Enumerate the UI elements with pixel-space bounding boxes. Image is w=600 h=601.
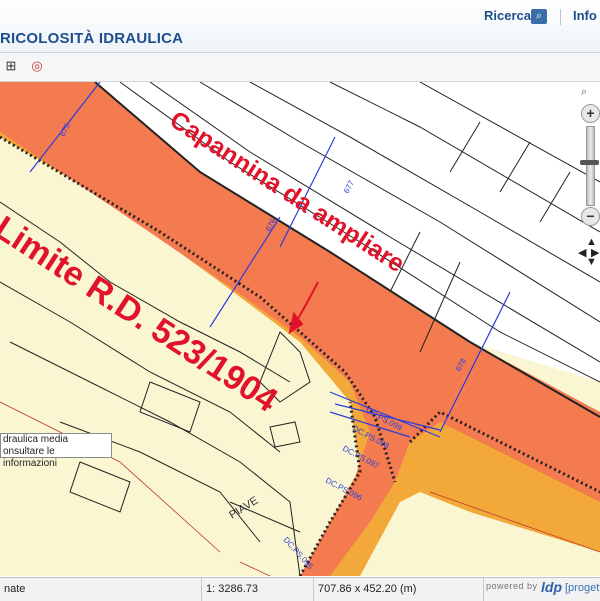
map-toolbar: ⊞ ◎ bbox=[0, 53, 600, 82]
info-link[interactable]: Info bbox=[573, 8, 597, 23]
brand-logo[interactable]: ldp bbox=[541, 579, 562, 595]
legend-tooltip: draulica media onsultare le informazioni bbox=[0, 433, 112, 469]
target-icon[interactable]: ◎ bbox=[28, 57, 46, 75]
street-label: PIAVE bbox=[227, 495, 260, 522]
header-divider bbox=[560, 9, 561, 25]
search-icon[interactable]: ⌕ bbox=[531, 9, 547, 24]
zoom-slider[interactable] bbox=[586, 126, 595, 206]
powered-by-label: powered by bbox=[486, 581, 538, 591]
pan-control: ▲ ◀ ▶ ▼ bbox=[578, 236, 600, 268]
scale-readout: 1: 3286.73 bbox=[202, 578, 314, 601]
status-bar: nate 1: 3286.73 707.86 x 452.20 (m) powe… bbox=[0, 577, 600, 601]
map-canvas[interactable]: 675 676 677 678 DC.PS.099 DC.PS.098 DC.P… bbox=[0, 82, 600, 576]
legend-line: draulica media bbox=[3, 434, 69, 445]
zoom-in-icon[interactable]: + bbox=[581, 104, 600, 123]
brand-suffix: [progetti bbox=[565, 582, 600, 594]
extent-readout: 707.86 x 452.20 (m) bbox=[314, 578, 484, 601]
map-drawing: 675 676 677 678 DC.PS.099 DC.PS.098 DC.P… bbox=[0, 82, 600, 576]
coordinates-readout: nate bbox=[0, 578, 202, 601]
layers-edit-icon[interactable]: ⊞ bbox=[2, 57, 20, 75]
zoom-slider-thumb[interactable] bbox=[580, 160, 599, 165]
legend-line: onsultare le informazioni bbox=[3, 446, 57, 469]
header-bar: RICOLOSITÀ IDRAULICA Ricerca ⌕ Info bbox=[0, 0, 600, 53]
zoom-out-icon[interactable]: − bbox=[581, 207, 600, 226]
pan-down-icon[interactable]: ▼ bbox=[586, 256, 597, 268]
page-title: RICOLOSITÀ IDRAULICA bbox=[0, 30, 184, 47]
ricerca-link[interactable]: Ricerca bbox=[484, 8, 531, 23]
